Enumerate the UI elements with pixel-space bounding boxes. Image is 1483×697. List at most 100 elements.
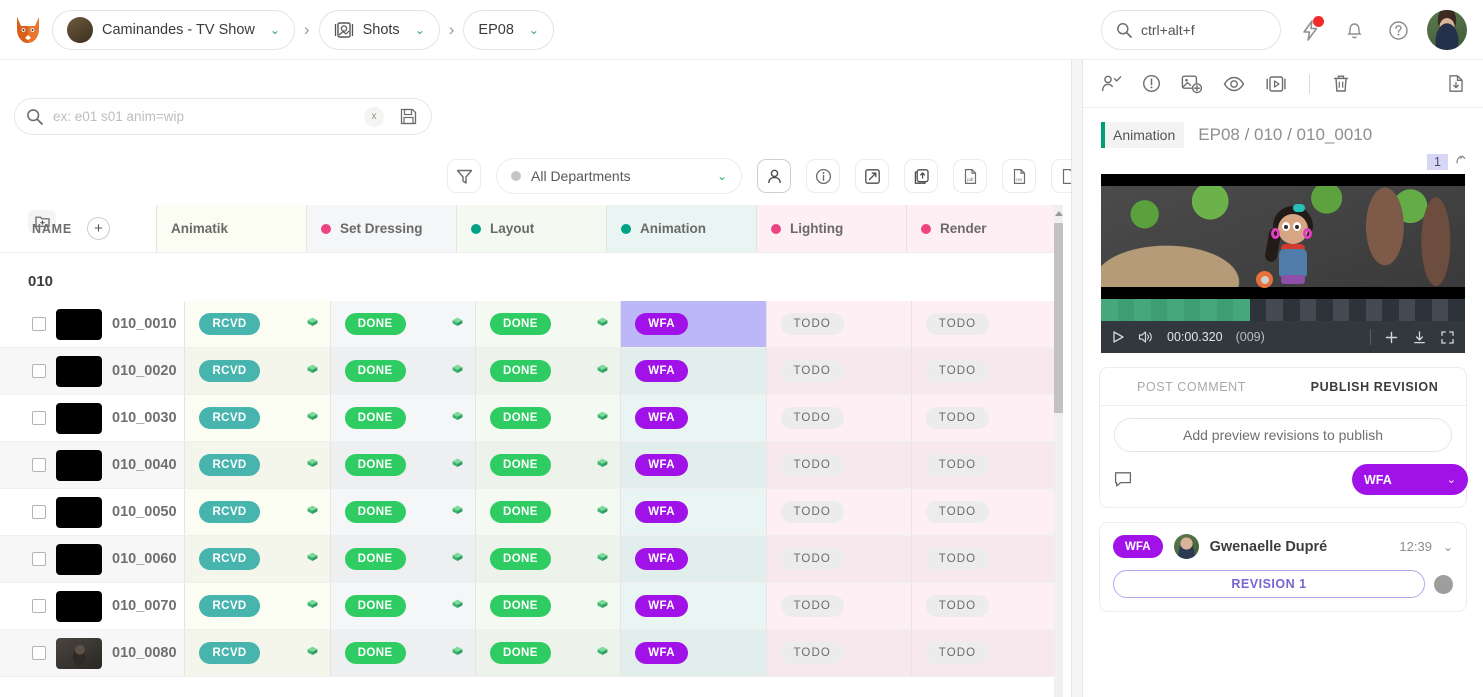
table-row[interactable]: 010_0060 RCVD DONE DONE WFA TODO TODO <box>0 536 1057 583</box>
status-cell[interactable]: WFA <box>620 395 766 441</box>
table-row[interactable]: 010_0020 RCVD DONE DONE WFA TODO TODO <box>0 348 1057 395</box>
bell-icon[interactable] <box>1339 15 1369 45</box>
row-checkbox[interactable] <box>32 599 46 613</box>
row-thumbnail[interactable] <box>56 355 102 387</box>
status-pill[interactable]: WFA <box>635 407 688 429</box>
status-cell[interactable]: DONE <box>329 348 475 394</box>
timeline-frame[interactable] <box>1349 299 1366 321</box>
info-icon[interactable] <box>806 159 840 193</box>
status-cell[interactable]: TODO <box>910 536 1057 582</box>
row-checkbox[interactable] <box>32 505 46 519</box>
column-header-animatik[interactable]: Animatik <box>156 205 306 252</box>
row-checkbox[interactable] <box>32 646 46 660</box>
table-row[interactable]: 010_0080 RCVD DONE DONE WFA TODO TODO <box>0 630 1057 677</box>
row-thumbnail[interactable] <box>56 637 102 669</box>
status-pill[interactable]: WFA <box>635 501 688 523</box>
status-cell[interactable]: DONE <box>329 583 475 629</box>
status-pill[interactable]: TODO <box>780 407 844 429</box>
status-cell[interactable]: DONE <box>474 442 621 488</box>
publish-button[interactable]: Publish <box>1227 464 1342 495</box>
status-cell[interactable]: TODO <box>765 442 911 488</box>
scroll-up-caret-icon[interactable] <box>1055 211 1063 216</box>
status-pill[interactable]: RCVD <box>199 360 260 382</box>
status-cell[interactable]: WFA <box>620 348 766 394</box>
status-pill[interactable]: DONE <box>489 501 551 523</box>
breadcrumb-project[interactable]: Caminandes - TV Show ⌄ <box>52 9 295 50</box>
status-pill[interactable]: RCVD <box>199 313 260 335</box>
user-avatar[interactable] <box>1427 10 1467 50</box>
status-cell[interactable]: TODO <box>910 348 1057 394</box>
status-pill[interactable]: RCVD <box>199 595 260 617</box>
search-input[interactable]: ex: e01 s01 anim=wip x <box>14 98 432 135</box>
timeline-frame[interactable] <box>1266 299 1284 321</box>
status-cell[interactable]: DONE <box>329 630 475 676</box>
status-cell[interactable]: TODO <box>910 489 1057 535</box>
status-cell[interactable]: RCVD <box>184 583 330 629</box>
timeline-frame[interactable] <box>1167 299 1184 321</box>
column-header-lighting[interactable]: Lighting <box>756 205 906 252</box>
status-cell[interactable]: DONE <box>329 536 475 582</box>
status-cell[interactable]: DONE <box>474 348 621 394</box>
status-cell[interactable]: DONE <box>329 301 475 347</box>
status-pill[interactable]: DONE <box>344 595 406 617</box>
status-cell[interactable]: TODO <box>910 442 1057 488</box>
row-thumbnail[interactable] <box>56 496 102 528</box>
timeline-frame[interactable] <box>1183 299 1201 321</box>
status-pill[interactable]: DONE <box>489 454 551 476</box>
status-cell[interactable]: RCVD <box>184 442 330 488</box>
revision-thumbnail[interactable] <box>1434 574 1453 594</box>
table-row[interactable]: 010_0050 RCVD DONE DONE WFA TODO TODO <box>0 489 1057 536</box>
column-header-set-dressing[interactable]: Set Dressing <box>306 205 456 252</box>
table-row[interactable]: 010_0010 RCVD DONE DONE WFA TODO TODO <box>0 301 1057 348</box>
column-header-render[interactable]: Render <box>906 205 1056 252</box>
row-checkbox[interactable] <box>32 458 46 472</box>
status-cell[interactable]: TODO <box>765 583 911 629</box>
undo-icon[interactable] <box>1454 154 1467 170</box>
status-cell[interactable]: DONE <box>474 489 621 535</box>
status-cell[interactable]: DONE <box>329 489 475 535</box>
tab-post-comment[interactable]: POST COMMENT <box>1100 368 1283 405</box>
export-csv-icon[interactable]: csv <box>1002 159 1036 193</box>
table-row[interactable]: 010_0070 RCVD DONE DONE WFA TODO TODO <box>0 583 1057 630</box>
fox-logo-icon[interactable] <box>0 15 56 45</box>
delete-icon[interactable] <box>1332 74 1350 93</box>
lightning-icon[interactable] <box>1295 15 1325 45</box>
column-header-animation[interactable]: Animation <box>606 205 756 252</box>
timeline-frame[interactable] <box>1200 299 1217 321</box>
status-cell[interactable]: TODO <box>910 395 1057 441</box>
row-checkbox[interactable] <box>32 552 46 566</box>
status-pill[interactable]: WFA <box>635 642 688 664</box>
status-pill[interactable]: WFA <box>635 548 688 570</box>
status-pill[interactable]: DONE <box>489 407 551 429</box>
expand-icon[interactable] <box>855 159 889 193</box>
status-cell[interactable]: TODO <box>765 348 911 394</box>
status-pill[interactable]: TODO <box>780 501 844 523</box>
status-cell[interactable]: WFA <box>620 536 766 582</box>
status-pill[interactable]: DONE <box>344 360 406 382</box>
status-cell[interactable]: DONE <box>474 536 621 582</box>
status-cell[interactable]: RCVD <box>184 395 330 441</box>
status-pill[interactable]: DONE <box>344 313 406 335</box>
assignee-icon[interactable] <box>757 159 791 193</box>
status-pill[interactable]: TODO <box>925 360 990 382</box>
row-checkbox[interactable] <box>32 364 46 378</box>
subscribe-eye-icon[interactable] <box>1223 76 1245 92</box>
timeline-frame[interactable] <box>1316 299 1333 321</box>
row-checkbox[interactable] <box>32 317 46 331</box>
panel-resize-handle[interactable] <box>1071 60 1083 697</box>
status-pill[interactable]: RCVD <box>199 548 260 570</box>
plus-icon[interactable] <box>1384 330 1399 345</box>
status-cell[interactable]: WFA <box>620 442 766 488</box>
status-cell[interactable]: RCVD <box>184 536 330 582</box>
timeline-frame[interactable] <box>1101 299 1118 321</box>
download-file-icon[interactable] <box>1447 74 1465 93</box>
status-cell[interactable]: TODO <box>910 630 1057 676</box>
row-thumbnail[interactable] <box>56 543 102 575</box>
status-pill[interactable]: DONE <box>344 548 406 570</box>
chevron-down-icon[interactable]: ⌄ <box>1443 540 1453 554</box>
status-cell[interactable]: TODO <box>765 395 911 441</box>
table-row[interactable]: 010_0040 RCVD DONE DONE WFA TODO TODO <box>0 442 1057 489</box>
status-cell[interactable]: DONE <box>474 301 621 347</box>
status-pill[interactable]: RCVD <box>199 454 260 476</box>
help-icon[interactable] <box>1383 15 1413 45</box>
